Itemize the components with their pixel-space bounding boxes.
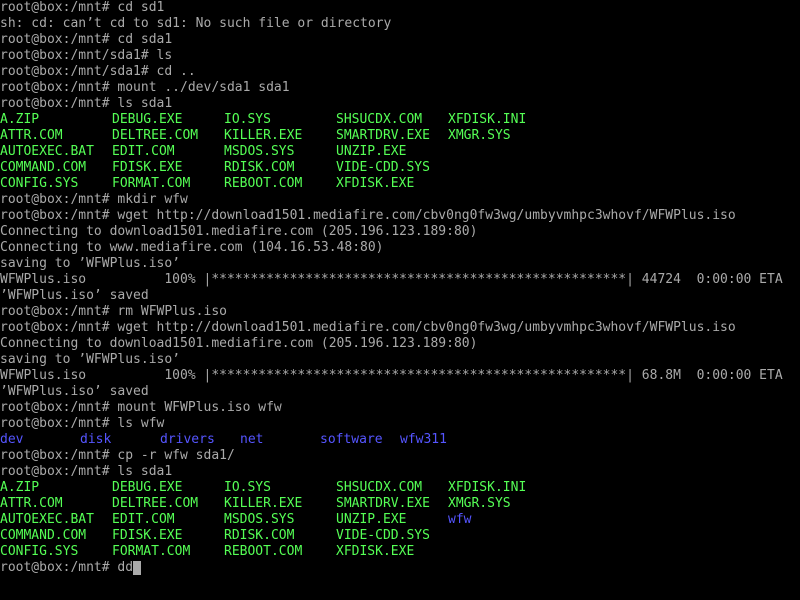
file-name: SHSUCDX.COM: [336, 112, 423, 127]
file-name: DEBUG.EXE: [112, 480, 183, 495]
terminal-line: root@box:/mnt# cp -r wfw sda1/: [0, 448, 235, 463]
file-name: CONFIG.SYS: [0, 176, 79, 191]
file-name: XFDISK.EXE: [336, 176, 415, 191]
file-name: EDIT.COM: [112, 512, 175, 527]
prompt-input-text[interactable]: root@box:/mnt# dd: [0, 560, 133, 575]
ls-output-row: AUTOEXEC.BAT EDIT.COM MSDOS.SYS UNZIP.EX…: [0, 144, 800, 160]
ls-output-row: COMMAND.COM FDISK.EXE RDISK.COM VIDE-CDD…: [0, 528, 800, 544]
terminal-line: root@box:/mnt# ls sda1: [0, 96, 173, 111]
file-name: SMARTDRV.EXE: [336, 496, 430, 511]
file-name: REBOOT.COM: [224, 544, 303, 559]
ls-output-row: ATTR.COM DELTREE.COM KILLER.EXE SMARTDRV…: [0, 128, 800, 144]
terminal-line: root@box:/mnt/sda1# cd ..: [0, 64, 196, 79]
file-name: XFDISK.INI: [448, 112, 527, 127]
file-name: DELTREE.COM: [112, 496, 199, 511]
terminal-line: ’WFWPlus.iso’ saved: [0, 384, 149, 399]
terminal-line: root@box:/mnt# cd sda1: [0, 32, 173, 47]
directory-name: net: [240, 432, 264, 447]
file-name: A.ZIP: [0, 480, 40, 495]
file-name: RDISK.COM: [224, 160, 295, 175]
download-progress-line: WFWPlus.iso 100% |**********************…: [0, 368, 783, 383]
file-name: FORMAT.COM: [112, 544, 191, 559]
file-name: IO.SYS: [224, 112, 271, 127]
ls-output-row: A.ZIP DEBUG.EXE IO.SYS SHSUCDX.COM XFDIS…: [0, 112, 800, 128]
file-name: UNZIP.EXE: [336, 144, 407, 159]
file-name: CONFIG.SYS: [0, 544, 79, 559]
directory-name: dev: [0, 432, 24, 447]
terminal-line: root@box:/mnt# rm WFWPlus.iso: [0, 304, 227, 319]
directory-name: disk: [80, 432, 112, 447]
file-name: A.ZIP: [0, 112, 40, 127]
file-name: IO.SYS: [224, 480, 271, 495]
file-name: XMGR.SYS: [448, 128, 511, 143]
directory-name: wfw311: [400, 432, 447, 447]
file-name: AUTOEXEC.BAT: [0, 144, 94, 159]
file-name: MSDOS.SYS: [224, 144, 295, 159]
file-name: KILLER.EXE: [224, 496, 303, 511]
file-name: ATTR.COM: [0, 496, 63, 511]
file-name: VIDE-CDD.SYS: [336, 160, 430, 175]
ls-output-row: dev disk drivers net software wfw311: [0, 432, 800, 448]
file-name: XFDISK.EXE: [336, 544, 415, 559]
file-name: FDISK.EXE: [112, 160, 183, 175]
command-prompt[interactable]: root@box:/mnt# dd: [0, 560, 800, 576]
file-name: COMMAND.COM: [0, 160, 87, 175]
terminal-line: root@box:/mnt# cd sd1: [0, 0, 165, 15]
terminal-line: Connecting to download1501.mediafire.com…: [0, 224, 478, 239]
ls-output-row: ATTR.COM DELTREE.COM KILLER.EXE SMARTDRV…: [0, 496, 800, 512]
directory-name: wfw: [448, 512, 472, 527]
directory-name: drivers: [160, 432, 215, 447]
file-name: AUTOEXEC.BAT: [0, 512, 94, 527]
terminal-line: Connecting to download1501.mediafire.com…: [0, 336, 478, 351]
file-name: XMGR.SYS: [448, 496, 511, 511]
terminal-line: root@box:/mnt# ls wfw: [0, 416, 165, 431]
ls-output-row: CONFIG.SYS FORMAT.COM REBOOT.COM XFDISK.…: [0, 544, 800, 560]
file-name: SMARTDRV.EXE: [336, 128, 430, 143]
ls-output-row: A.ZIP DEBUG.EXE IO.SYS SHSUCDX.COM XFDIS…: [0, 480, 800, 496]
file-name: DEBUG.EXE: [112, 112, 183, 127]
file-name: VIDE-CDD.SYS: [336, 528, 430, 543]
ls-output-row: COMMAND.COM FDISK.EXE RDISK.COM VIDE-CDD…: [0, 160, 800, 176]
file-name: COMMAND.COM: [0, 528, 87, 543]
file-name: SHSUCDX.COM: [336, 480, 423, 495]
file-name: ATTR.COM: [0, 128, 63, 143]
terminal-line: root@box:/mnt/sda1# ls: [0, 48, 173, 63]
file-name: RDISK.COM: [224, 528, 295, 543]
terminal-line: root@box:/mnt# mkdir wfw: [0, 192, 188, 207]
directory-name: software: [320, 432, 383, 447]
terminal-line: saving to ’WFWPlus.iso’: [0, 256, 181, 271]
file-name: XFDISK.INI: [448, 480, 527, 495]
download-progress-line: WFWPlus.iso 100% |**********************…: [0, 272, 783, 287]
terminal-line: root@box:/mnt# ls sda1: [0, 464, 173, 479]
terminal-line: ’WFWPlus.iso’ saved: [0, 288, 149, 303]
text-cursor: [133, 561, 142, 575]
terminal-window[interactable]: root@box:/mnt# cd sd1 sh: cd: can’t cd t…: [0, 0, 800, 600]
terminal-line: root@box:/mnt# wget http://download1501.…: [0, 208, 736, 223]
file-name: FDISK.EXE: [112, 528, 183, 543]
terminal-line: saving to ’WFWPlus.iso’: [0, 352, 181, 367]
file-name: KILLER.EXE: [224, 128, 303, 143]
file-name: UNZIP.EXE: [336, 512, 407, 527]
file-name: DELTREE.COM: [112, 128, 199, 143]
file-name: REBOOT.COM: [224, 176, 303, 191]
file-name: EDIT.COM: [112, 144, 175, 159]
terminal-line: Connecting to www.mediafire.com (104.16.…: [0, 240, 384, 255]
ls-output-row: AUTOEXEC.BAT EDIT.COM MSDOS.SYS UNZIP.EX…: [0, 512, 800, 528]
terminal-line: root@box:/mnt# mount WFWPlus.iso wfw: [0, 400, 282, 415]
terminal-line: root@box:/mnt# mount ../dev/sda1 sda1: [0, 80, 290, 95]
ls-output-row: CONFIG.SYS FORMAT.COM REBOOT.COM XFDISK.…: [0, 176, 800, 192]
file-name: MSDOS.SYS: [224, 512, 295, 527]
file-name: FORMAT.COM: [112, 176, 191, 191]
terminal-line: root@box:/mnt# wget http://download1501.…: [0, 320, 736, 335]
terminal-line: sh: cd: can’t cd to sd1: No such file or…: [0, 16, 392, 31]
